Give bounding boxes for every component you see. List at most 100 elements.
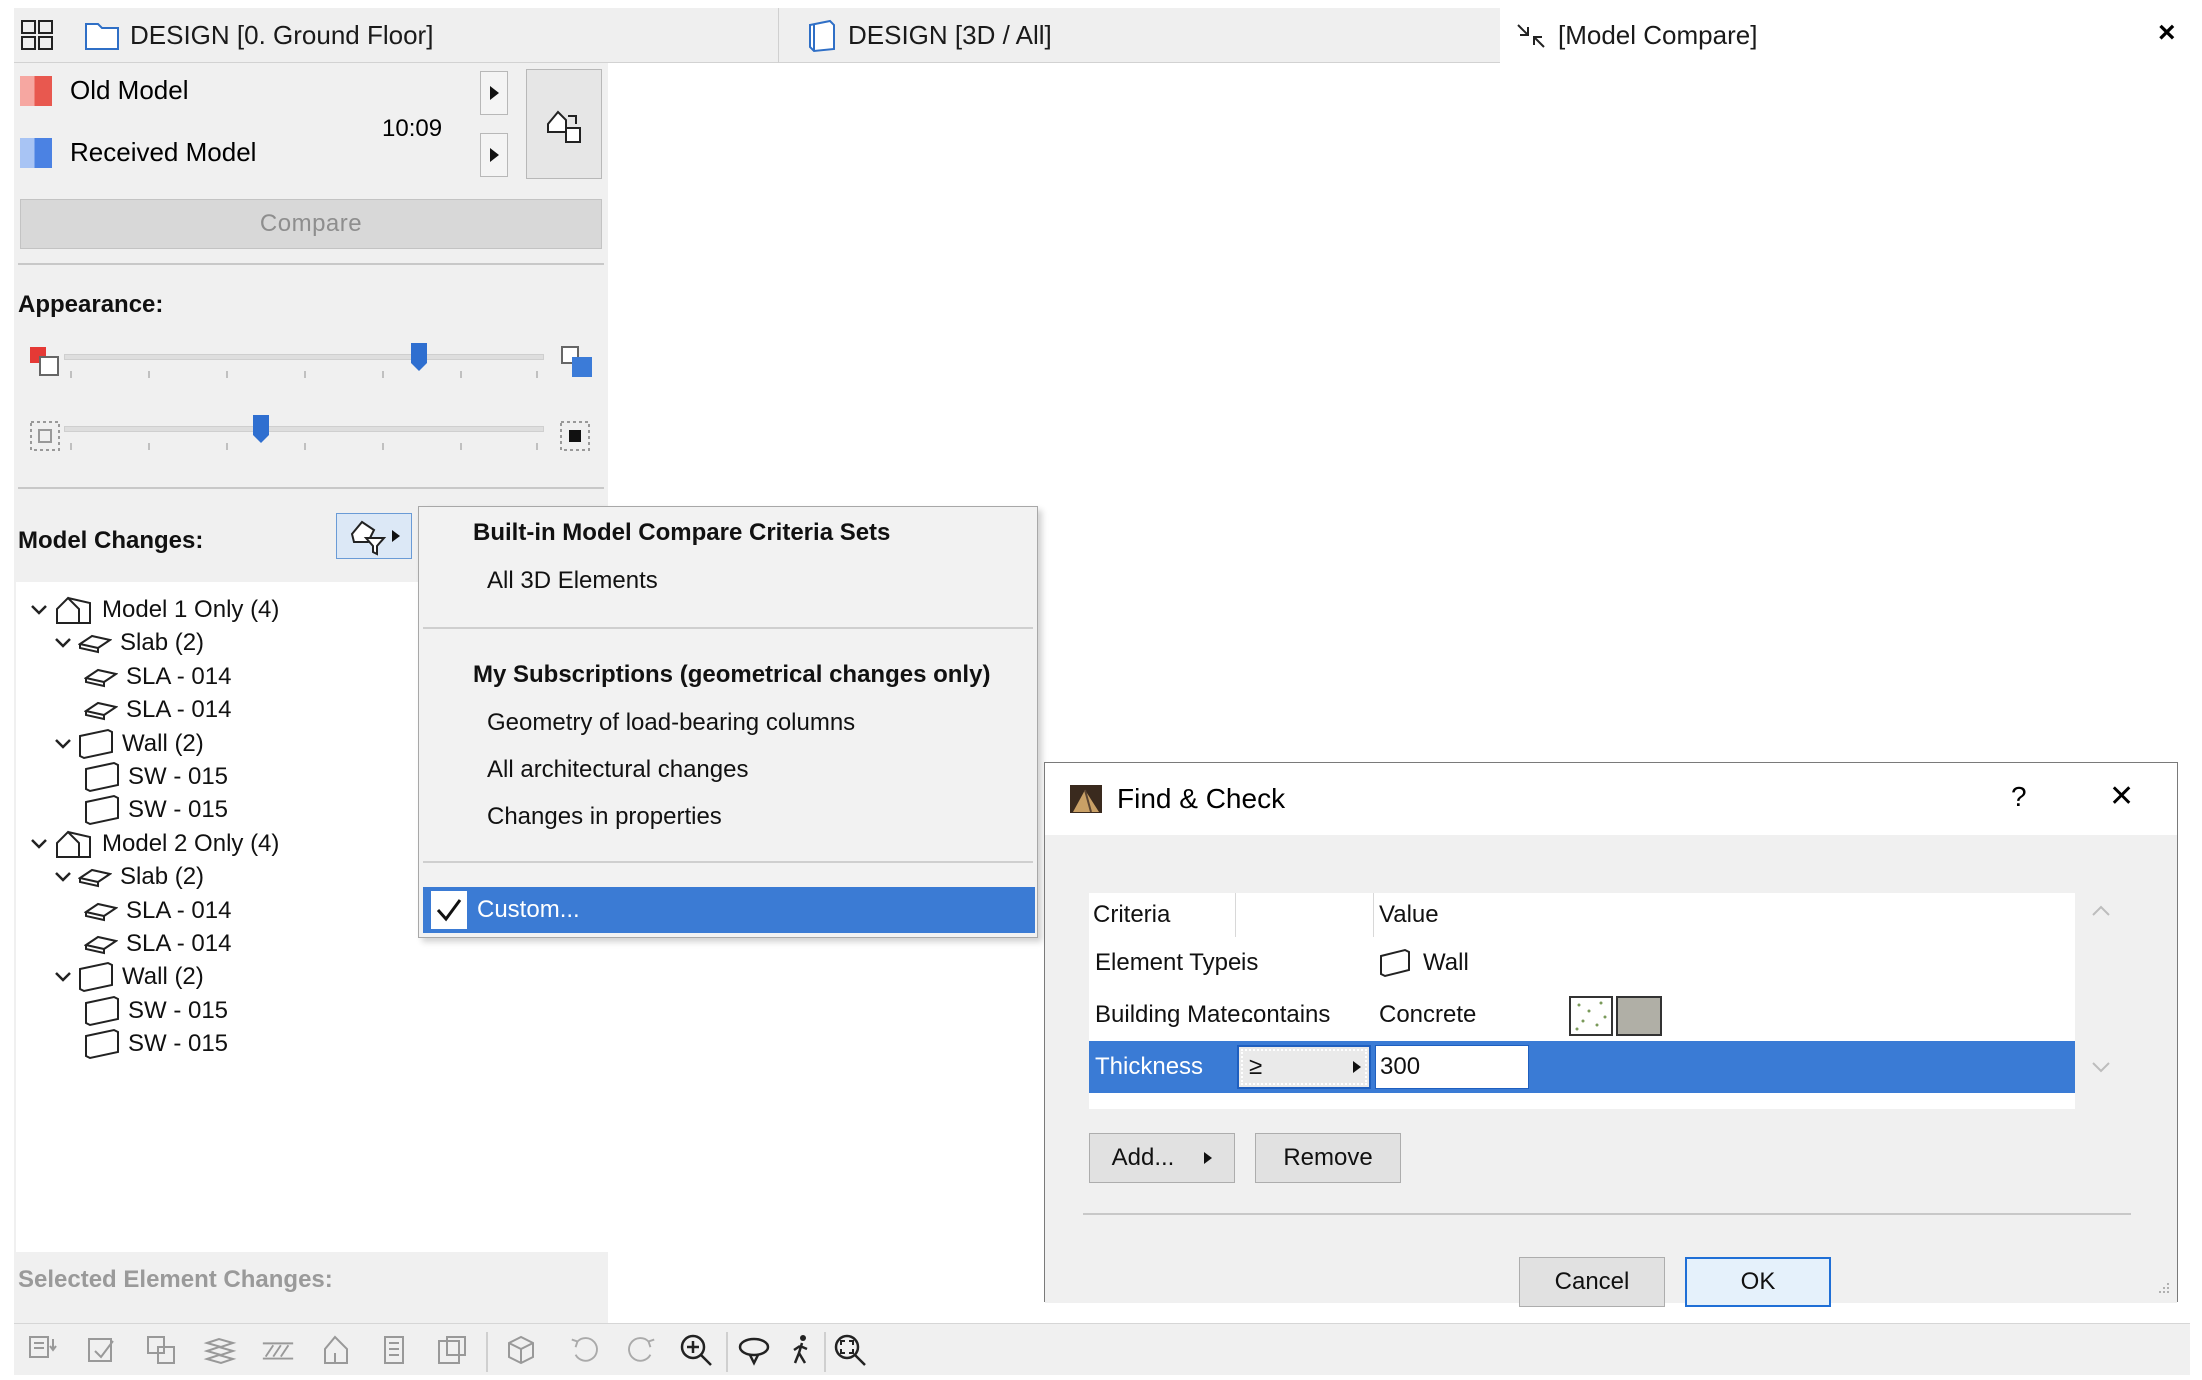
properties-icon[interactable] bbox=[84, 1332, 120, 1368]
menu-item-architectural-changes[interactable]: All architectural changes bbox=[487, 756, 748, 784]
operator-cell: is bbox=[1241, 949, 1259, 976]
wall-icon bbox=[1379, 948, 1411, 978]
tab-label: DESIGN [0. Ground Floor] bbox=[130, 20, 434, 50]
menu-item-custom[interactable]: Custom... bbox=[423, 887, 1035, 933]
tab-label: [Model Compare] bbox=[1558, 20, 1758, 50]
tree-label: SLA - 014 bbox=[126, 896, 232, 924]
tab-overview-icon[interactable] bbox=[20, 18, 54, 52]
tab-divider bbox=[778, 8, 779, 63]
cube-icon[interactable] bbox=[502, 1332, 538, 1368]
appearance-label: Appearance: bbox=[18, 291, 164, 318]
chevron-down-icon[interactable] bbox=[30, 835, 54, 853]
slab-icon bbox=[84, 933, 118, 955]
chevron-down-icon[interactable] bbox=[54, 968, 78, 986]
redo-view-icon[interactable] bbox=[622, 1332, 658, 1368]
scroll-down-icon[interactable] bbox=[2091, 1061, 2111, 1080]
divider bbox=[18, 263, 604, 265]
orbit-icon[interactable] bbox=[736, 1332, 772, 1368]
resize-grip-icon[interactable] bbox=[2157, 1281, 2171, 1300]
blue-overlay-icon bbox=[558, 345, 598, 381]
model-icon bbox=[54, 595, 94, 625]
zoom-in-icon[interactable] bbox=[678, 1332, 714, 1368]
tab-label: DESIGN [3D / All] bbox=[848, 20, 1052, 50]
slider-thumb[interactable] bbox=[252, 415, 269, 443]
criteria-row[interactable]: Building Mate... contains Concrete bbox=[1089, 989, 2075, 1041]
close-icon[interactable]: ✕ bbox=[2109, 779, 2134, 814]
tree-label: SW - 015 bbox=[128, 796, 229, 824]
criteria-filter-button[interactable] bbox=[336, 513, 412, 559]
tree-label: Wall (2) bbox=[122, 729, 204, 757]
profile-icon[interactable] bbox=[318, 1332, 354, 1368]
slider-thumb[interactable] bbox=[411, 343, 428, 371]
operator-cell: contains bbox=[1241, 1001, 1331, 1028]
ok-button[interactable]: OK bbox=[1685, 1257, 1831, 1307]
column-header-operator bbox=[1235, 893, 1375, 937]
column-divider bbox=[1373, 893, 1374, 937]
color-blend-slider[interactable] bbox=[64, 341, 544, 385]
chevron-down-icon[interactable] bbox=[54, 868, 78, 886]
slab-icon bbox=[84, 666, 118, 688]
red-overlay-icon bbox=[28, 345, 64, 381]
menu-item-all-3d-elements[interactable]: All 3D Elements bbox=[487, 567, 658, 595]
value-text: Wall bbox=[1423, 949, 1469, 976]
tab-model-compare[interactable]: [Model Compare] bbox=[1514, 8, 1757, 63]
criteria-row-selected[interactable]: Thickness ≥ 300 bbox=[1089, 1041, 2075, 1093]
menu-separator bbox=[423, 861, 1033, 863]
received-model-swatch bbox=[20, 137, 52, 168]
model-changes-label: Model Changes: bbox=[18, 527, 204, 554]
toolbar-separator bbox=[726, 1332, 728, 1372]
surfaces-icon[interactable] bbox=[202, 1332, 238, 1368]
opacity-slider[interactable] bbox=[64, 413, 544, 457]
scroll-up-icon[interactable] bbox=[2091, 903, 2111, 922]
triangle-right-icon bbox=[489, 86, 499, 100]
swap-models-button[interactable] bbox=[526, 69, 602, 179]
fit-zoom-icon[interactable] bbox=[832, 1332, 868, 1368]
element-changes-icon[interactable] bbox=[26, 1332, 62, 1368]
layers-icon[interactable] bbox=[144, 1332, 180, 1368]
undo-view-icon[interactable] bbox=[568, 1332, 604, 1368]
wall-icon bbox=[84, 794, 120, 826]
document-icon[interactable] bbox=[376, 1332, 412, 1368]
close-icon[interactable]: × bbox=[2158, 16, 2176, 50]
old-model-label: Old Model bbox=[70, 75, 189, 105]
criteria-cell: Element Type bbox=[1095, 949, 1242, 976]
hatch-icon[interactable] bbox=[260, 1332, 296, 1368]
menu-item-changes-in-properties[interactable]: Changes in properties bbox=[487, 803, 722, 831]
swap-models-icon bbox=[542, 102, 586, 146]
legend-old-model: Old Model bbox=[20, 75, 189, 106]
add-criteria-button[interactable]: Add... bbox=[1089, 1133, 1235, 1183]
criteria-row[interactable]: Element Type is Wall bbox=[1089, 937, 2075, 989]
transparent-square-icon bbox=[28, 419, 64, 453]
chevron-down-icon[interactable] bbox=[54, 634, 78, 652]
slab-icon bbox=[84, 900, 118, 922]
criteria-table: Criteria Value Element Type is Wall Buil… bbox=[1089, 893, 2075, 1109]
walk-icon[interactable] bbox=[784, 1332, 820, 1368]
chevron-down-icon[interactable] bbox=[54, 735, 78, 753]
operator-select[interactable]: ≥ bbox=[1237, 1041, 1371, 1093]
tree-item[interactable]: SW - 015 bbox=[84, 1024, 228, 1064]
model-icon bbox=[54, 829, 94, 859]
help-icon[interactable]: ? bbox=[2011, 781, 2027, 813]
compare-button[interactable]: Compare bbox=[20, 199, 602, 249]
chevron-down-icon[interactable] bbox=[30, 601, 54, 619]
value-cell: Concrete bbox=[1379, 1001, 1477, 1028]
criteria-cell: Thickness bbox=[1095, 1053, 1204, 1080]
triangle-right-icon bbox=[1204, 1152, 1213, 1164]
schedule-icon[interactable] bbox=[434, 1332, 470, 1368]
cancel-button[interactable]: Cancel bbox=[1519, 1257, 1665, 1307]
builtin-criteria-header: Built-in Model Compare Criteria Sets bbox=[473, 519, 891, 546]
old-model-menu-button[interactable] bbox=[480, 71, 508, 115]
slab-icon bbox=[84, 699, 118, 721]
dialog-separator bbox=[1083, 1213, 2131, 1215]
value-input[interactable]: 300 bbox=[1375, 1041, 1529, 1093]
wall-icon bbox=[78, 961, 114, 993]
old-model-swatch bbox=[20, 75, 52, 106]
tab-3d[interactable]: DESIGN [3D / All] bbox=[804, 8, 1052, 63]
wall-icon bbox=[84, 1028, 120, 1060]
menu-item-geometry-columns[interactable]: Geometry of load-bearing columns bbox=[487, 709, 855, 737]
triangle-right-icon bbox=[489, 148, 499, 162]
tab-ground-floor[interactable]: DESIGN [0. Ground Floor] bbox=[84, 8, 433, 63]
menu-item-label: Custom... bbox=[477, 896, 580, 923]
remove-criteria-button[interactable]: Remove bbox=[1255, 1133, 1401, 1183]
received-model-menu-button[interactable] bbox=[480, 133, 508, 177]
